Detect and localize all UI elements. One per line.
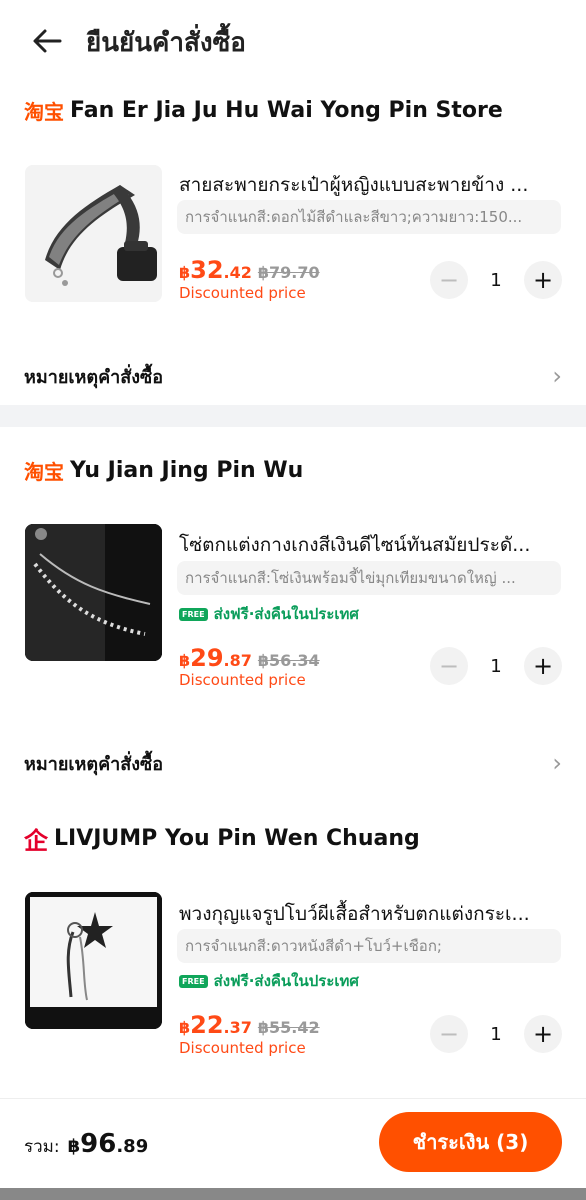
chain-image xyxy=(25,524,162,661)
price-decimal: .37 xyxy=(223,1018,252,1037)
variant-selector[interactable]: การจำแนกสี:ดอกไม้สีดำและสีขาว;ความยาว:15… xyxy=(177,200,561,234)
original-price: ฿55.42 xyxy=(257,1018,320,1037)
discount-label: Discounted price xyxy=(179,1039,306,1057)
top-bar: ยืนยันคำสั่งซื้อ xyxy=(0,0,586,82)
back-button[interactable] xyxy=(30,24,64,58)
total-decimal: .89 xyxy=(116,1136,149,1157)
store-header[interactable]: 企 LIVJUMP You Pin Wen Chuang xyxy=(24,818,420,858)
store-name: Yu Jian Jing Pin Wu xyxy=(70,457,304,483)
order-note-row[interactable]: หมายเหตุคำสั่งซื้อ › xyxy=(24,356,562,396)
shipping-text: ส่งฟรี·ส่งคืนในประเทศ xyxy=(213,972,359,990)
product-thumbnail[interactable] xyxy=(25,165,162,302)
free-shipping-tag: FREE ส่งฟรี·ส่งคืนในประเทศ xyxy=(179,969,359,993)
keychain-image xyxy=(25,892,162,1029)
price-integer: 29 xyxy=(190,644,224,672)
bag-strap-image xyxy=(25,165,162,302)
chevron-right-icon: › xyxy=(552,749,562,777)
plus-icon: + xyxy=(532,1020,554,1048)
order-confirmation-page: ยืนยันคำสั่งซื้อ 淘宝 Fan Er Jia Ju Hu Wai… xyxy=(0,0,586,1200)
decrease-quantity-button[interactable]: − xyxy=(430,261,468,299)
store-header[interactable]: 淘宝 Yu Jian Jing Pin Wu xyxy=(24,450,303,490)
total-currency: ฿ xyxy=(67,1136,81,1157)
system-nav-bar xyxy=(0,1188,586,1200)
quantity-stepper: − 1 + xyxy=(430,260,562,300)
decrease-quantity-button[interactable]: − xyxy=(430,1015,468,1053)
price-decimal: .42 xyxy=(223,263,252,282)
free-shipping-icon: FREE xyxy=(179,607,208,621)
free-shipping-icon: FREE xyxy=(179,974,208,988)
order-note-row[interactable]: หมายเหตุคำสั่งซื้อ › xyxy=(24,743,562,783)
variant-selector[interactable]: การจำแนกสี:โซ่เงินพร้อมจี้ไข่มุกเทียมขนา… xyxy=(177,561,561,595)
minus-icon: − xyxy=(438,1020,460,1048)
quantity-stepper: − 1 + xyxy=(430,1014,562,1054)
store-name: Fan Er Jia Ju Hu Wai Yong Pin Store xyxy=(70,97,503,123)
product-title[interactable]: สายสะพายกระเป๋าผู้หญิงแบบสะพายข้าง ... xyxy=(179,170,564,200)
price-decimal: .87 xyxy=(223,651,252,670)
quantity-value: 1 xyxy=(490,655,502,677)
price-currency: ฿ xyxy=(179,1018,191,1037)
original-price: ฿56.34 xyxy=(257,651,320,670)
price-integer: 32 xyxy=(190,256,224,284)
total-label: รวม: xyxy=(24,1137,60,1157)
page-title: ยืนยันคำสั่งซื้อ xyxy=(86,28,246,58)
quantity-stepper: − 1 + xyxy=(430,646,562,686)
order-note-label: หมายเหตุคำสั่งซื้อ xyxy=(24,753,164,775)
section-divider xyxy=(0,405,586,427)
minus-icon: − xyxy=(438,266,460,294)
product-thumbnail[interactable] xyxy=(25,892,162,1029)
product-title[interactable]: พวงกุญแจรูปโบว์ผีเสื้อสำหรับตกแต่งกระเ..… xyxy=(179,899,564,929)
discount-label: Discounted price xyxy=(179,671,306,689)
store-header[interactable]: 淘宝 Fan Er Jia Ju Hu Wai Yong Pin Store xyxy=(24,90,503,130)
original-price: ฿79.70 xyxy=(257,263,320,282)
variant-selector[interactable]: การจำแนกสี:ดาวหนังสีดำ+โบว์+เชือก; xyxy=(177,929,561,963)
enterprise-logo: 企 xyxy=(24,826,48,855)
free-shipping-tag: FREE ส่งฟรี·ส่งคืนในประเทศ xyxy=(179,602,359,626)
product-thumbnail[interactable] xyxy=(25,524,162,661)
quantity-value: 1 xyxy=(490,269,502,291)
increase-quantity-button[interactable]: + xyxy=(524,647,562,685)
chevron-right-icon: › xyxy=(552,362,562,390)
product-price: ฿ 32 .42 ฿79.70 xyxy=(179,256,320,284)
price-currency: ฿ xyxy=(179,651,191,670)
pay-button[interactable]: ชำระเงิน (3) xyxy=(379,1112,562,1172)
plus-icon: + xyxy=(532,266,554,294)
decrease-quantity-button[interactable]: − xyxy=(430,647,468,685)
minus-icon: − xyxy=(438,652,460,680)
back-arrow-icon xyxy=(33,29,62,53)
price-integer: 22 xyxy=(190,1011,224,1039)
total-integer: 96 xyxy=(80,1129,117,1159)
plus-icon: + xyxy=(532,652,554,680)
store-name: LIVJUMP You Pin Wen Chuang xyxy=(54,825,420,851)
shipping-text: ส่งฟรี·ส่งคืนในประเทศ xyxy=(213,605,359,623)
taobao-logo: 淘宝 xyxy=(24,459,64,484)
product-price: ฿ 29 .87 ฿56.34 xyxy=(179,644,320,672)
discount-label: Discounted price xyxy=(179,284,306,302)
product-title[interactable]: โซ่ตกแต่งกางเกงสีเงินดีไซน์ทันสมัยประดั.… xyxy=(179,530,564,560)
increase-quantity-button[interactable]: + xyxy=(524,1015,562,1053)
order-note-label: หมายเหตุคำสั่งซื้อ xyxy=(24,366,164,388)
taobao-logo: 淘宝 xyxy=(24,99,64,124)
increase-quantity-button[interactable]: + xyxy=(524,261,562,299)
product-price: ฿ 22 .37 ฿55.42 xyxy=(179,1011,320,1039)
order-total: รวม: ฿ 96 .89 xyxy=(24,1129,148,1160)
quantity-value: 1 xyxy=(490,1023,502,1045)
checkout-bar: รวม: ฿ 96 .89 ชำระเงิน (3) xyxy=(0,1098,586,1188)
price-currency: ฿ xyxy=(179,263,191,282)
